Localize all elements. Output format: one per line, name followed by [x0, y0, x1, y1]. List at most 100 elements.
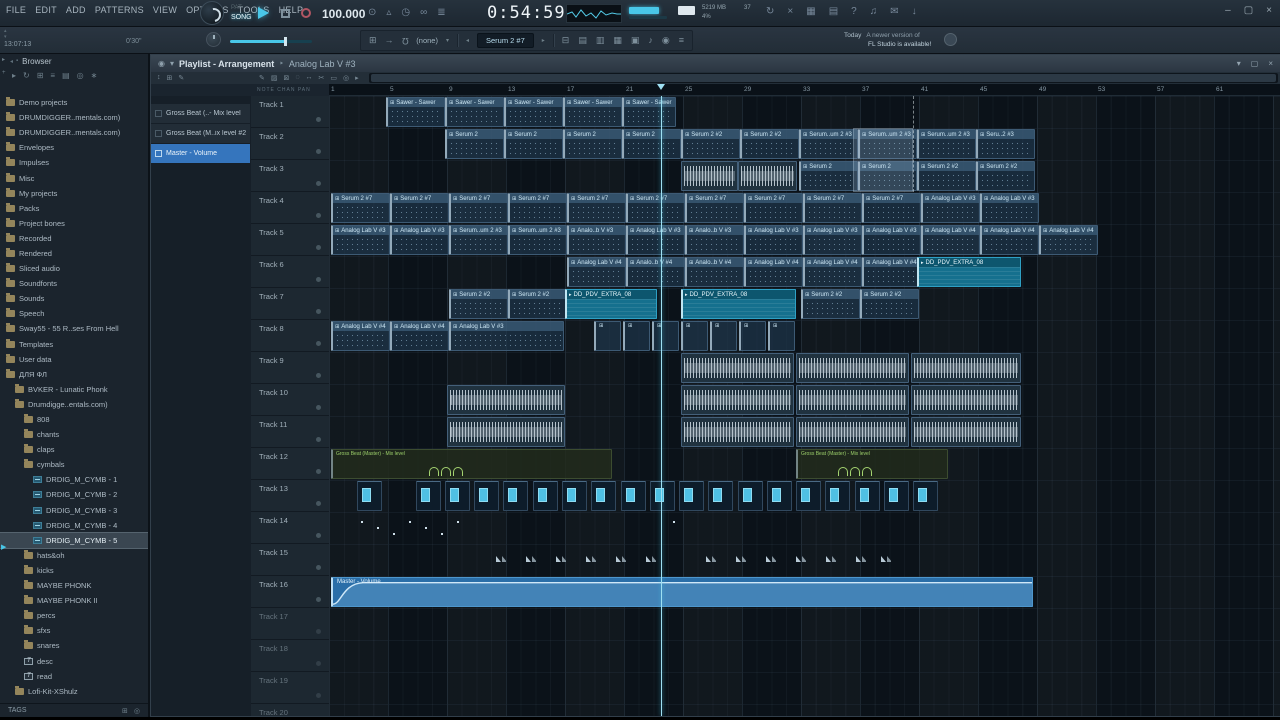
clip-pat[interactable]: ⊞ Serum 2 #7 — [567, 193, 626, 223]
clip-pat[interactable]: ⊞ Serum 2 #7 — [803, 193, 862, 223]
mute-dot[interactable] — [316, 469, 321, 474]
tag-grid-icon[interactable]: ⊞ — [122, 707, 128, 715]
collapse-all-icon[interactable]: ◂ — [10, 58, 13, 65]
preview-icon[interactable]: ▸ — [355, 74, 359, 82]
clip-bars[interactable] — [911, 385, 1021, 415]
clip-pat[interactable]: ⊞ Sawer - Sawer — [622, 97, 676, 127]
clip-pat[interactable]: ⊞ Analog Lab V #4 — [803, 257, 862, 287]
clip-pat[interactable]: ⊞ Serum 2 #2 — [508, 289, 567, 319]
h-scrollbar[interactable] — [368, 73, 1278, 83]
mixer-icon[interactable]: ▦ — [613, 35, 622, 46]
browser-item[interactable]: kicks — [0, 563, 148, 578]
clip-pat[interactable]: ⊞ Analo..b V #4 — [626, 257, 685, 287]
browser-item[interactable]: DRDIG_M_CYMB - 3 — [0, 503, 148, 518]
mute-dot[interactable] — [316, 245, 321, 250]
menu-view[interactable]: VIEW — [153, 5, 177, 15]
menu-add[interactable]: ADD — [66, 5, 86, 15]
clip-bars[interactable] — [911, 417, 1021, 447]
detach-icon[interactable]: ▾ — [1237, 59, 1241, 68]
browser-item[interactable]: Sounds — [0, 291, 148, 306]
browser-item[interactable]: MAYBE PHONK II — [0, 593, 148, 608]
timeline-ruler[interactable]: 1 5 9 13 17 21 25 29 33 37 41 45 49 53 57 61 — [329, 84, 1280, 96]
clip-bars[interactable] — [796, 385, 909, 415]
tuner-icon[interactable]: ◉ — [662, 35, 670, 46]
clip-drum[interactable] — [767, 481, 792, 511]
back-icon[interactable]: ▸ — [12, 71, 16, 80]
browser-item[interactable]: chants — [0, 427, 148, 442]
fl-logo-icon[interactable] — [200, 1, 224, 25]
track-header[interactable]: Track 13 — [251, 480, 329, 512]
clip-pat[interactable]: ⊞ Analog Lab V #3 — [980, 193, 1039, 223]
playhead[interactable] — [661, 96, 662, 716]
clip-flag[interactable] — [826, 545, 836, 575]
mute-dot[interactable] — [316, 309, 321, 314]
piano-keyboard-icon[interactable]: ♫ — [870, 6, 878, 18]
clip-drum[interactable] — [650, 481, 675, 511]
pattern-item[interactable]: Gross Beat (M..ix level #2 — [151, 124, 250, 143]
mute-dot[interactable] — [316, 437, 321, 442]
stop-button[interactable] — [281, 9, 290, 18]
maximize-icon[interactable]: ▢ — [1251, 59, 1259, 68]
browser-item[interactable]: snares — [0, 638, 148, 653]
pat-label[interactable]: PAT — [231, 3, 252, 13]
clip-drum[interactable] — [562, 481, 587, 511]
delete-icon[interactable]: ⊠ — [284, 74, 290, 82]
clip-pat[interactable]: ⊞ Sawer - Sawer — [445, 97, 504, 127]
piano-roll-icon[interactable]: ▤ — [578, 35, 587, 46]
clip-drum[interactable] — [796, 481, 821, 511]
track-header[interactable]: Track 1 — [251, 96, 329, 128]
mute-dot[interactable] — [316, 693, 321, 698]
clip-pat[interactable]: ⊞ Analo..b V #4 — [685, 257, 744, 287]
browser-item[interactable]: MAYBE PHONK — [0, 578, 148, 593]
master-volume-slider[interactable] — [230, 37, 312, 46]
close-button[interactable]: × — [1266, 5, 1272, 16]
browser-item[interactable]: desc — [0, 653, 148, 668]
clip-drum[interactable] — [357, 481, 382, 511]
clip-drum[interactable] — [503, 481, 528, 511]
mute-dot[interactable] — [316, 117, 321, 122]
clip-pat[interactable]: ⊞ Serum 2 — [504, 129, 563, 159]
search-icon[interactable]: ◎ — [77, 71, 84, 80]
browser-item[interactable]: Recorded — [0, 231, 148, 246]
clip-pat[interactable]: ⊞ Analog Lab V #3 — [331, 225, 390, 255]
slip-icon[interactable]: ↔ — [306, 74, 313, 82]
grid-view-icon[interactable]: ⊞ — [37, 71, 44, 80]
blend-notes-icon[interactable]: ≣ — [437, 7, 445, 19]
clip-drum[interactable] — [738, 481, 763, 511]
track-header[interactable]: Track 15 — [251, 544, 329, 576]
clip-pat[interactable]: ⊞ Serum 2 #7 — [862, 193, 921, 223]
clip-flag[interactable] — [736, 545, 746, 575]
clip-pat[interactable]: ⊞ Analog Lab V #4 — [862, 257, 921, 287]
clip-pat[interactable]: ⊞ Serum 2 #7 — [508, 193, 567, 223]
clip-pat[interactable]: ⊞ Analog Lab V #4 — [1039, 225, 1098, 255]
track-header[interactable]: Track 5 — [251, 224, 329, 256]
track-header[interactable]: Track 2 — [251, 128, 329, 160]
clip-pat[interactable]: ⊞ Serum 2 #7 — [331, 193, 390, 223]
browser-item[interactable]: Lofi-Kit-XShulz — [0, 684, 148, 699]
clip-pat[interactable]: ⊞ Analog Lab V #4 — [331, 321, 390, 351]
help-icon[interactable]: ? — [851, 6, 857, 18]
mute-dot[interactable] — [316, 597, 321, 602]
maximize-button[interactable]: ▢ — [1244, 5, 1253, 16]
clip-pat[interactable]: ⊞ Analog Lab V #4 — [921, 225, 980, 255]
browser-item[interactable]: Impulses — [0, 155, 148, 170]
clip-pat[interactable]: ⊞ Analog Lab V #3 — [921, 193, 980, 223]
clip-pat[interactable]: ⊞ Serum 2 #2 — [740, 129, 799, 159]
clip-pat[interactable]: ⊞ Analog Lab V #3 — [449, 321, 564, 351]
track-header[interactable]: Track 16 — [251, 576, 329, 608]
clip-mini[interactable]: ⊞ — [652, 321, 679, 351]
browser-item[interactable]: Sway55 - 55 R..ses From Hell — [0, 321, 148, 336]
mute-dot[interactable] — [316, 405, 321, 410]
mute-dot[interactable] — [316, 565, 321, 570]
clip-pat[interactable]: ⊞ Analog Lab V #3 — [390, 225, 449, 255]
clip-audio[interactable]: ▸ DD_PDV_EXTRA_08 — [917, 257, 1021, 287]
browser-item[interactable]: Misc — [0, 170, 148, 185]
browser-item[interactable]: sfxs — [0, 623, 148, 638]
clip-pat[interactable]: ⊞ Analog Lab V #3 — [862, 225, 921, 255]
browser-item[interactable]: ДЛЯ ФЛ — [0, 367, 148, 382]
browser-item[interactable]: My projects — [0, 186, 148, 201]
clip-audio[interactable]: ▸ DD_PDV_EXTRA_08 — [565, 289, 657, 319]
arrow-tool-icon[interactable]: → — [385, 35, 394, 46]
pat-song-toggle[interactable]: PAT SONG — [231, 3, 252, 23]
mute-dot[interactable] — [316, 373, 321, 378]
